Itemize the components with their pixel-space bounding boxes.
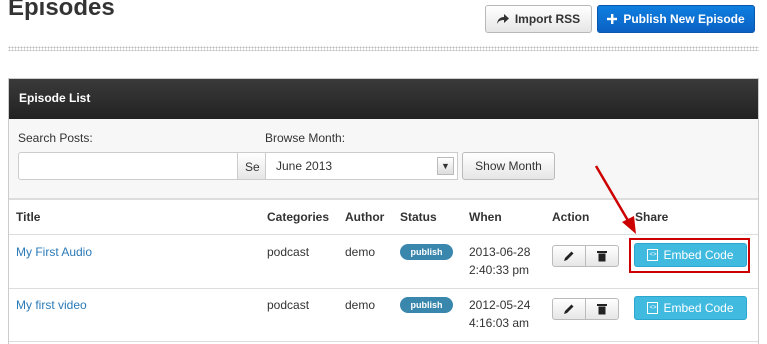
- edit-button[interactable]: [552, 298, 586, 320]
- highlight-box: [629, 238, 750, 273]
- publish-new-episode-button[interactable]: Publish New Episode: [597, 5, 755, 33]
- delete-button[interactable]: [585, 245, 619, 267]
- pencil-icon: [564, 304, 574, 314]
- arrow-annotation: [594, 165, 636, 234]
- header-author[interactable]: Author: [345, 210, 384, 224]
- edit-button[interactable]: [552, 245, 586, 267]
- header-action: Action: [552, 210, 590, 224]
- time-cell: 2:40:33 pm: [469, 263, 530, 277]
- header-status[interactable]: Status: [400, 210, 437, 224]
- header-title[interactable]: Title: [16, 210, 40, 224]
- chevron-down-icon[interactable]: ▼: [437, 157, 454, 175]
- search-group: Se: [18, 152, 269, 180]
- import-rss-button[interactable]: Import RSS: [485, 5, 592, 33]
- search-input[interactable]: [18, 152, 238, 180]
- author-cell: demo: [345, 245, 376, 259]
- browse-month-label: Browse Month:: [265, 131, 346, 145]
- episode-title-link[interactable]: My first video: [16, 296, 87, 314]
- month-select[interactable]: June 2013 ▼: [265, 152, 458, 180]
- publish-label: Publish New Episode: [623, 12, 745, 26]
- episode-title-link[interactable]: My First Audio: [16, 243, 92, 261]
- author-cell: demo: [345, 298, 376, 312]
- embed-code-button[interactable]: <> Embed Code: [634, 296, 747, 320]
- divider: [9, 288, 758, 289]
- search-label: Search Posts:: [18, 131, 93, 145]
- show-month-button[interactable]: Show Month: [462, 152, 555, 180]
- panel-title: Episode List: [9, 79, 758, 119]
- trash-icon: [597, 304, 607, 315]
- embed-code-label: Embed Code: [663, 301, 734, 315]
- status-badge: publish: [400, 244, 453, 260]
- import-rss-label: Import RSS: [514, 12, 581, 26]
- page: Episodes Import RSS Publish New Episode …: [0, 0, 767, 344]
- date-cell: 2013-06-28: [469, 245, 531, 259]
- header-when[interactable]: When: [469, 210, 502, 224]
- category-cell: podcast: [267, 245, 310, 259]
- trash-icon: [597, 251, 607, 262]
- plus-icon: [607, 14, 618, 24]
- page-title: Episodes: [8, 0, 115, 21]
- time-cell: 4:16:03 am: [469, 316, 530, 330]
- share-icon: [496, 14, 509, 24]
- delete-button[interactable]: [585, 298, 619, 320]
- divider: [9, 341, 758, 342]
- embed-icon: <>: [647, 302, 659, 314]
- pencil-icon: [564, 251, 574, 261]
- status-badge: publish: [400, 297, 453, 313]
- category-cell: podcast: [267, 298, 310, 312]
- date-cell: 2012-05-24: [469, 298, 531, 312]
- dotted-divider: [8, 46, 759, 51]
- header-categories[interactable]: Categories: [267, 210, 329, 224]
- month-select-value: June 2013: [276, 159, 333, 173]
